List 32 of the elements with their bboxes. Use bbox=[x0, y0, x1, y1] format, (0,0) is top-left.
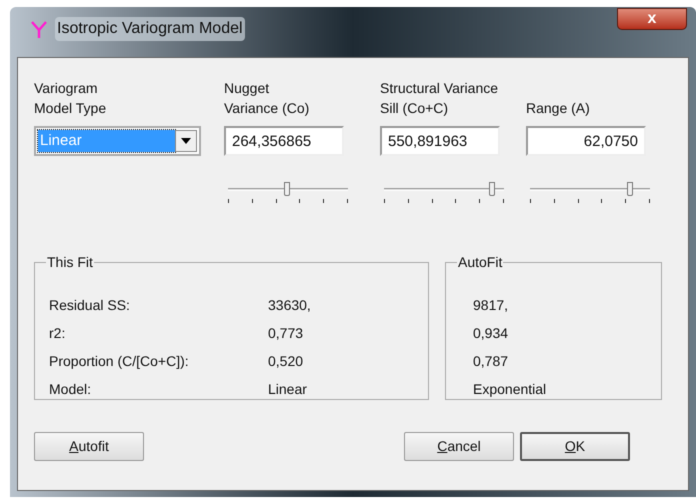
stat-label: r2: bbox=[49, 324, 66, 342]
field-label: Range (A) bbox=[526, 99, 591, 118]
value-field[interactable]: 264,356865 bbox=[224, 126, 344, 156]
window-title: Isotropic Variogram Model bbox=[55, 17, 245, 41]
stat-label: Proportion (C/[Co+C]): bbox=[49, 352, 190, 371]
field-label: Sill (Co+C) bbox=[380, 99, 450, 118]
group-label: Structural Variance bbox=[380, 79, 500, 98]
group-title: This Fit bbox=[46, 253, 94, 272]
stat-value: 0,934 bbox=[473, 324, 508, 342]
stat-label: Model: bbox=[49, 380, 92, 398]
field-label: Nugget Variance (Co) bbox=[224, 79, 310, 118]
stat-value: Linear bbox=[268, 380, 307, 398]
value-field[interactable]: 550,891963 bbox=[380, 126, 500, 156]
cancel-button[interactable]: Cancel bbox=[404, 432, 514, 461]
dropdown-arrow-icon bbox=[181, 138, 191, 144]
app-icon bbox=[31, 21, 47, 39]
stat-value: 0,520 bbox=[268, 352, 304, 370]
ok-button[interactable]: OK bbox=[520, 432, 630, 461]
stat-value: 33630, bbox=[268, 296, 311, 314]
stat-value: 9817, bbox=[473, 296, 508, 314]
field-label: Variogram Model Type bbox=[34, 79, 108, 118]
value-field[interactable]: 62,0750 bbox=[526, 126, 646, 156]
stat-value: 0,787 bbox=[473, 352, 508, 370]
slider[interactable] bbox=[530, 182, 650, 206]
group-title: AutoFit bbox=[457, 253, 504, 272]
slider[interactable] bbox=[384, 182, 504, 206]
stat-value: Exponential bbox=[473, 380, 546, 399]
stat-value: 0,773 bbox=[268, 324, 304, 342]
slider[interactable] bbox=[228, 182, 348, 206]
stat-label: Residual SS: bbox=[49, 296, 131, 314]
close-button[interactable]: x bbox=[617, 8, 687, 30]
autofit-button[interactable]: Autofit bbox=[34, 432, 144, 461]
